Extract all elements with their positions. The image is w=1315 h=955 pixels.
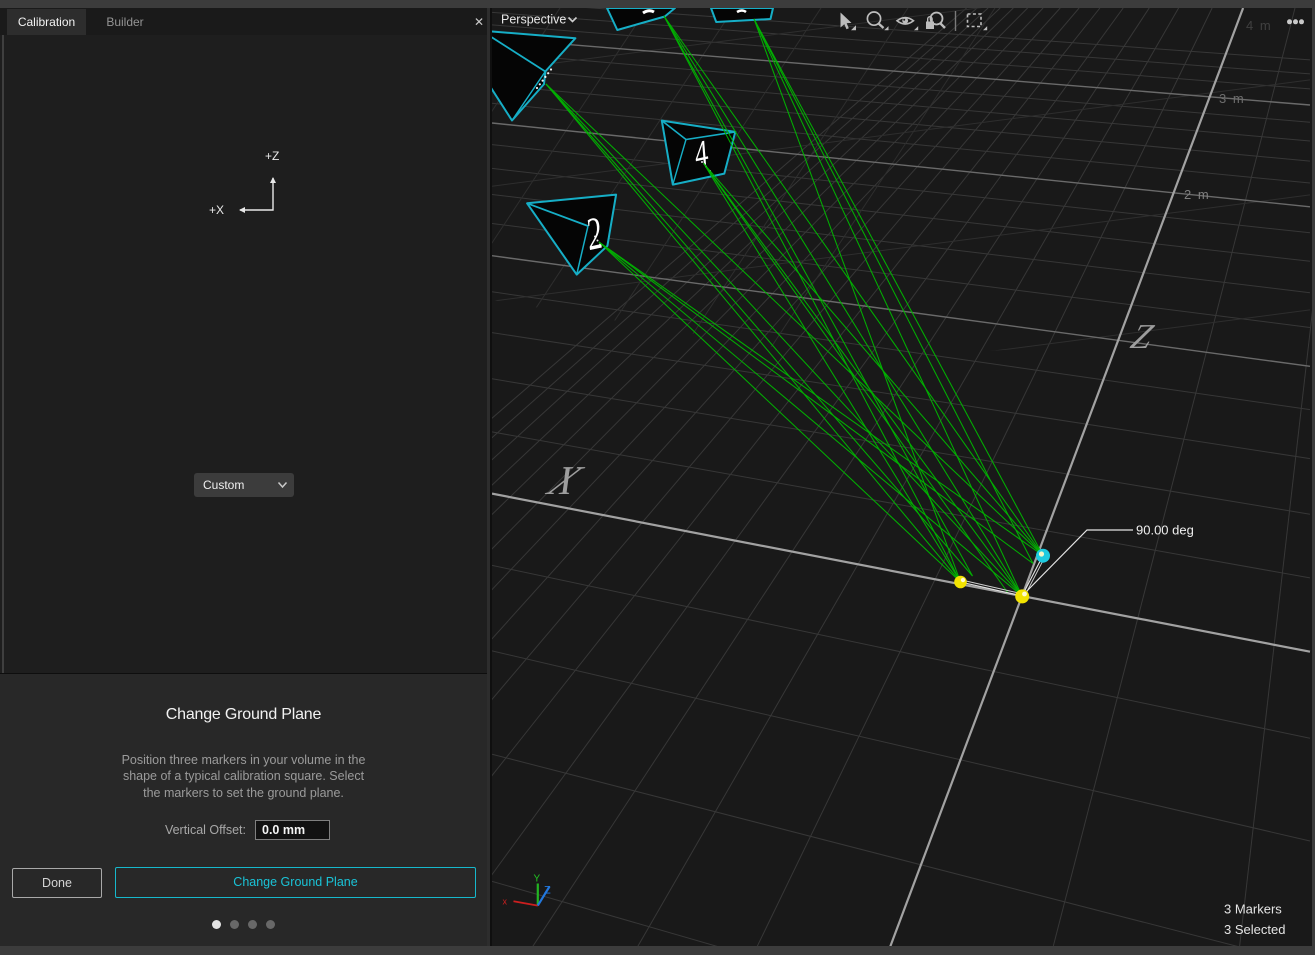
svg-text:Z: Z: [544, 885, 551, 897]
svg-text:3 m: 3 m: [1219, 91, 1245, 106]
svg-text:+X: +X: [209, 203, 224, 217]
svg-text:3 Markers: 3 Markers: [1224, 902, 1282, 917]
svg-text:2 m: 2 m: [1184, 187, 1210, 202]
svg-text:Y: Y: [534, 874, 541, 885]
svg-text:+Z: +Z: [265, 149, 279, 163]
svg-text:4 m: 4 m: [1246, 18, 1272, 33]
svg-text:x: x: [503, 897, 508, 907]
svg-text:90.00 deg: 90.00 deg: [1136, 523, 1194, 538]
svg-text:Perspective: Perspective: [501, 13, 566, 27]
svg-text:3 Selected: 3 Selected: [1224, 922, 1285, 937]
